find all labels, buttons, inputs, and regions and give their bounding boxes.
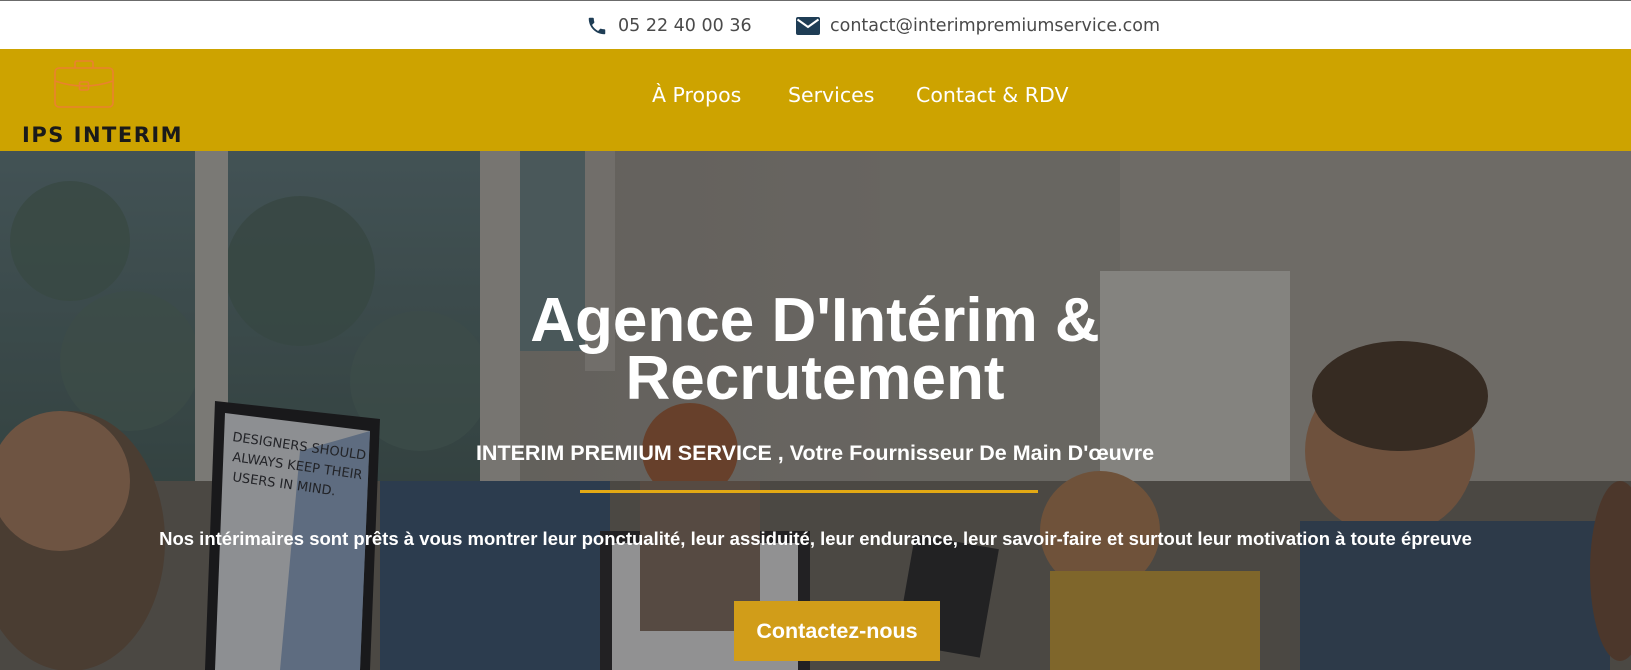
hero-divider (580, 490, 1038, 493)
nav-contact-rdv[interactable]: Contact & RDV (916, 83, 1068, 107)
nav-services[interactable]: Services (788, 83, 874, 107)
hero-title-line-2: Recrutement (625, 344, 1005, 413)
hero-title-line-1: Agence D'Intérim & (530, 286, 1100, 355)
hero-subtitle: INTERIM PREMIUM SERVICE , Votre Fourniss… (475, 441, 1155, 465)
hero-section: DESIGNERS SHOULD ALWAYS KEEP THEIR USERS I… (0, 151, 1631, 670)
contact-bar: 05 22 40 00 36 contact@interimpremiumser… (0, 0, 1631, 49)
briefcase-icon (54, 60, 114, 108)
hero-description: Nos intérimaires sont prêts à vous montr… (159, 528, 1472, 549)
email-link[interactable]: contact@interimpremiumservice.com (796, 1, 1160, 50)
phone-link[interactable]: 05 22 40 00 36 (586, 1, 752, 50)
envelope-icon (796, 16, 820, 35)
site-header: IPS INTERIM À Propos Services Contact & … (0, 49, 1631, 151)
phone-number: 05 22 40 00 36 (618, 15, 752, 36)
logo-text: IPS INTERIM (22, 123, 184, 147)
hero-title: Agence D'Intérim & Recrutement (315, 286, 1315, 413)
logo[interactable]: IPS INTERIM (20, 59, 182, 147)
contact-us-button[interactable]: Contactez-nous (734, 601, 940, 661)
email-address: contact@interimpremiumservice.com (830, 15, 1161, 36)
nav-about[interactable]: À Propos (652, 83, 741, 107)
phone-icon (588, 17, 606, 34)
